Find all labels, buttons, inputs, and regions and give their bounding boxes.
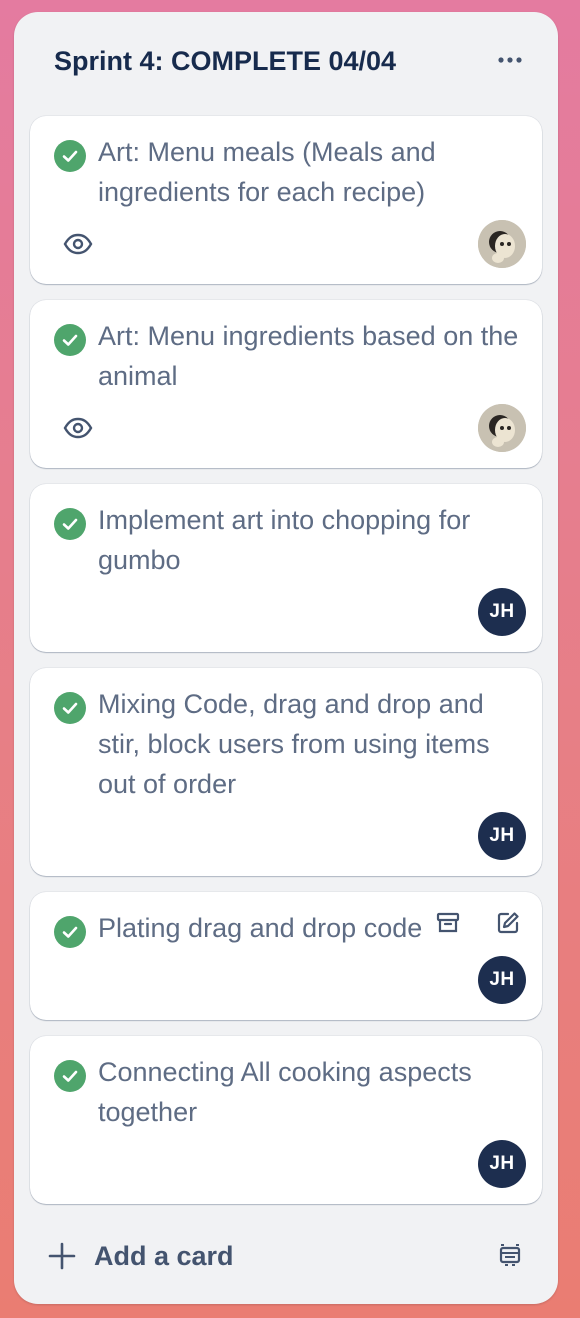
member-avatar[interactable]: JH <box>478 1140 526 1188</box>
avatar-photo-icon <box>478 404 526 452</box>
check-circle-icon[interactable] <box>54 692 86 724</box>
card-title: Mixing Code, drag and drop and stir, blo… <box>98 689 490 799</box>
watch-eye-icon <box>63 233 93 255</box>
card-mixing-code[interactable]: Mixing Code, drag and drop and stir, blo… <box>30 668 542 876</box>
check-circle-icon[interactable] <box>54 1060 86 1092</box>
card-title: Plating drag and drop code <box>98 913 423 943</box>
card-title: Art: Menu meals (Meals and ingredients f… <box>98 137 436 207</box>
check-circle-icon[interactable] <box>54 324 86 356</box>
card-connecting-cooking[interactable]: Connecting All cooking aspects together … <box>30 1036 542 1204</box>
member-avatar[interactable]: JH <box>478 956 526 1004</box>
card-title: Art: Menu ingredients based on the anima… <box>98 321 519 391</box>
card-title: Implement art into chopping for gumbo <box>98 505 471 575</box>
card-implement-art[interactable]: Implement art into chopping for gumbo JH <box>30 484 542 652</box>
list-menu-button[interactable] <box>492 42 528 78</box>
member-avatar[interactable]: JH <box>478 588 526 636</box>
check-circle-icon[interactable] <box>54 508 86 540</box>
ellipsis-icon <box>498 57 522 63</box>
member-avatar[interactable] <box>478 404 526 452</box>
avatar-photo-icon <box>478 220 526 268</box>
archive-icon <box>436 912 460 933</box>
card-plating[interactable]: Plating drag and drop code JH <box>30 892 542 1020</box>
check-circle-icon[interactable] <box>54 916 86 948</box>
plus-icon <box>48 1242 76 1270</box>
card-menu-ingredients[interactable]: Art: Menu ingredients based on the anima… <box>30 300 542 468</box>
archive-button[interactable] <box>431 906 465 940</box>
create-from-template-button[interactable] <box>492 1238 528 1274</box>
add-card-label: Add a card <box>94 1241 234 1271</box>
card-title: Connecting All cooking aspects together <box>98 1057 472 1127</box>
list-column: Sprint 4: COMPLETE 04/04 Art: Menu meals… <box>14 12 558 1304</box>
member-avatar[interactable] <box>478 220 526 268</box>
member-avatar[interactable]: JH <box>478 812 526 860</box>
card-template-icon <box>499 1244 521 1266</box>
check-circle-icon[interactable] <box>54 140 86 172</box>
watch-eye-icon <box>63 417 93 439</box>
edit-icon <box>497 912 519 934</box>
add-card-button[interactable]: Add a card <box>30 1228 542 1284</box>
edit-button[interactable] <box>491 906 525 940</box>
list-header: Sprint 4: COMPLETE 04/04 <box>14 12 558 108</box>
card-menu-meals[interactable]: Art: Menu meals (Meals and ingredients f… <box>30 116 542 284</box>
list-title[interactable]: Sprint 4: COMPLETE 04/04 <box>54 46 396 77</box>
